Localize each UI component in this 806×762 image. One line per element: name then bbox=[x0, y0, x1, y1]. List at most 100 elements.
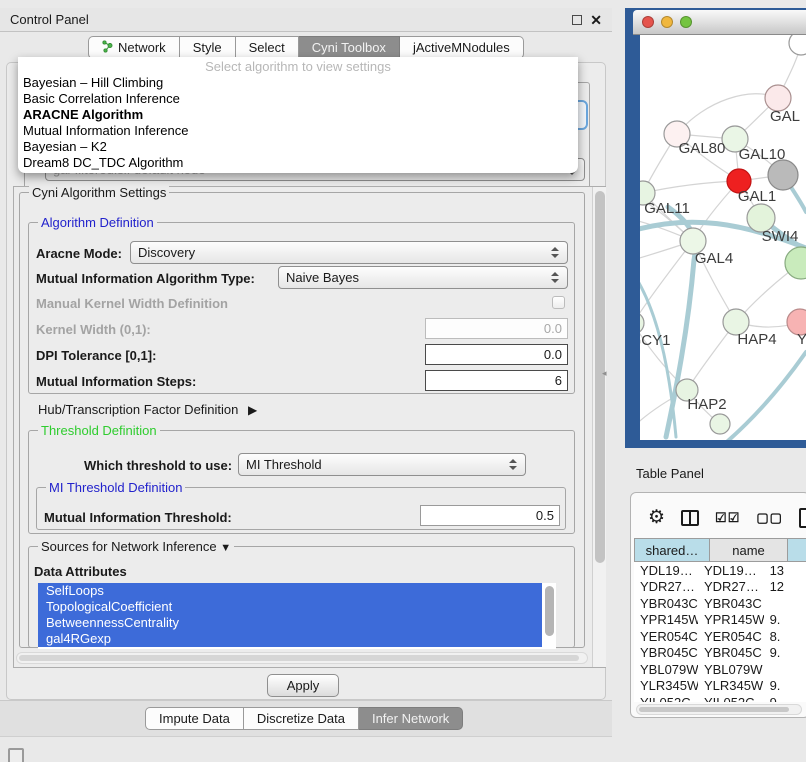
attribute-item[interactable]: gal4RGexp bbox=[38, 631, 542, 647]
table-header-shared[interactable]: shared… bbox=[634, 538, 710, 562]
close-traffic-light[interactable] bbox=[642, 16, 654, 28]
aracne-mode-select[interactable]: Discovery bbox=[130, 241, 568, 264]
network-node[interactable] bbox=[710, 414, 730, 434]
tab-network[interactable]: Network bbox=[88, 36, 180, 59]
manual-kernel-checkbox[interactable] bbox=[552, 296, 565, 309]
tab-infer-network[interactable]: Infer Network bbox=[359, 707, 463, 730]
table-row[interactable]: YDL19…YDL19…13 bbox=[634, 562, 806, 579]
mi-type-select[interactable]: Naive Bayes bbox=[278, 266, 568, 289]
network-node-label: GCY1 bbox=[640, 332, 670, 349]
minimize-traffic-light[interactable] bbox=[661, 16, 673, 28]
network-node[interactable] bbox=[789, 35, 806, 55]
algorithm-option[interactable]: Basic Correlation Inference bbox=[18, 91, 578, 107]
network-canvas[interactable]: GALGAL80GAL10GAL1GAL11SWI4GAL4GCY1HAP4YH… bbox=[640, 35, 806, 440]
table-cell: YDL19… bbox=[698, 563, 764, 578]
mi-threshold-label: Mutual Information Threshold: bbox=[44, 510, 232, 525]
settings-hscrollbar[interactable] bbox=[16, 652, 588, 664]
fn-icon[interactable] bbox=[799, 508, 806, 528]
which-threshold-select[interactable]: MI Threshold bbox=[238, 453, 526, 476]
table-cell: YIL052C bbox=[634, 695, 698, 702]
collapse-arrow-icon[interactable]: ▼ bbox=[220, 542, 231, 554]
settings-vscrollbar[interactable] bbox=[592, 187, 606, 667]
mi-type-value: Naive Bayes bbox=[286, 270, 359, 285]
algorithm-option[interactable]: Bayesian – K2 bbox=[18, 139, 578, 155]
network-node-label: GAL bbox=[770, 108, 800, 125]
table-cell: YBR043C bbox=[698, 596, 764, 611]
mi-threshold-input[interactable]: 0.5 bbox=[420, 505, 560, 526]
network-node[interactable] bbox=[768, 160, 798, 190]
settings-hscrollbar-thumb[interactable] bbox=[19, 655, 579, 661]
network-edge[interactable] bbox=[722, 352, 806, 440]
deselect-all-icon[interactable]: ▢▢ bbox=[756, 510, 783, 526]
attribute-item[interactable]: TopologicalCoefficient bbox=[38, 599, 542, 615]
table-row[interactable]: YER054CYER054C8. bbox=[634, 628, 806, 645]
tab-impute-data[interactable]: Impute Data bbox=[145, 707, 244, 730]
float-icon[interactable] bbox=[572, 15, 582, 25]
attribute-item[interactable]: BetweennessCentrality bbox=[38, 615, 542, 631]
table-hscrollbar[interactable] bbox=[636, 704, 802, 715]
mi-steps-input[interactable]: 6 bbox=[425, 370, 568, 391]
algorithm-definition-title: Algorithm Definition bbox=[38, 215, 157, 230]
panel-splitter-handle[interactable]: ◂ bbox=[602, 368, 609, 378]
close-icon[interactable]: ✕ bbox=[590, 15, 602, 25]
zoom-traffic-light[interactable] bbox=[680, 16, 692, 28]
tab-jactivemnodules[interactable]: jActiveMNodules bbox=[400, 36, 524, 59]
table-row[interactable]: YLR345WYLR345W9. bbox=[634, 678, 806, 695]
table-row[interactable]: YPR145WYPR145W9. bbox=[634, 612, 806, 629]
tab-label: Infer Network bbox=[372, 711, 449, 726]
minimized-panel-icon[interactable] bbox=[8, 748, 24, 762]
tab-label: Impute Data bbox=[159, 711, 230, 726]
table-cell: YIL052C bbox=[698, 695, 764, 702]
control-panel-tabs: NetworkStyleSelectCyni ToolboxjActiveMNo… bbox=[88, 36, 524, 59]
network-node-gcy1[interactable] bbox=[640, 312, 644, 334]
kernel-width-input[interactable]: 0.0 bbox=[425, 318, 568, 339]
manual-kernel-label: Manual Kernel Width Definition bbox=[36, 296, 228, 311]
table-row[interactable]: YIL052CYIL052C9 bbox=[634, 694, 806, 702]
tab-label: Discretize Data bbox=[257, 711, 345, 726]
dpi-tolerance-label: DPI Tolerance [0,1]: bbox=[36, 348, 156, 363]
network-window-titlebar[interactable] bbox=[633, 10, 806, 35]
algorithm-option[interactable]: ARACNE Algorithm bbox=[18, 107, 578, 123]
algorithm-option[interactable]: Mutual Information Inference bbox=[18, 123, 578, 139]
network-canvas-container: GALGAL80GAL10GAL1GAL11SWI4GAL4GCY1HAP4YH… bbox=[640, 35, 806, 440]
columns-icon[interactable] bbox=[681, 510, 699, 526]
table-row[interactable]: YBR043CYBR043C bbox=[634, 595, 806, 612]
tab-style[interactable]: Style bbox=[180, 36, 236, 59]
table-cell: 9 bbox=[764, 695, 806, 702]
list-scrollbar-thumb[interactable] bbox=[545, 586, 554, 636]
hub-section-toggle[interactable]: Hub/Transcription Factor Definition ▶ bbox=[38, 402, 257, 417]
table-cell: YER054C bbox=[698, 629, 764, 644]
select-all-icon[interactable]: ☑☑ bbox=[715, 510, 740, 526]
network-node-label: SWI4 bbox=[762, 228, 799, 245]
gear-icon[interactable]: ⚙ bbox=[648, 508, 665, 528]
sources-title-text: Sources for Network Inference bbox=[41, 539, 217, 554]
tab-discretize-data[interactable]: Discretize Data bbox=[244, 707, 359, 730]
network-node-label: GAL11 bbox=[644, 200, 690, 217]
network-node-label: GAL4 bbox=[695, 250, 733, 267]
tab-select[interactable]: Select bbox=[236, 36, 299, 59]
stepper-icon bbox=[551, 247, 560, 258]
table-header-col2[interactable] bbox=[788, 538, 806, 562]
attribute-item[interactable]: SelfLoops bbox=[38, 583, 542, 599]
algorithm-option[interactable]: Bayesian – Hill Climbing bbox=[18, 75, 578, 91]
network-edge[interactable] bbox=[643, 181, 739, 193]
table-cell: YDR27… bbox=[698, 579, 764, 594]
table-row[interactable]: YBR045CYBR045C9. bbox=[634, 645, 806, 662]
network-edge[interactable] bbox=[640, 241, 693, 323]
apply-button[interactable]: Apply bbox=[267, 674, 339, 697]
dpi-tolerance-input[interactable]: 0.0 bbox=[425, 344, 568, 365]
table-header-name[interactable]: name bbox=[710, 538, 788, 562]
apply-button-label: Apply bbox=[287, 678, 320, 693]
network-view-window: GALGAL80GAL10GAL1GAL11SWI4GAL4GCY1HAP4YH… bbox=[625, 8, 806, 448]
tab-cyni-toolbox[interactable]: Cyni Toolbox bbox=[299, 36, 400, 59]
table-cell: YBR045C bbox=[698, 645, 764, 660]
table-hscrollbar-thumb[interactable] bbox=[639, 707, 789, 712]
data-attributes-list[interactable]: SelfLoopsTopologicalCoefficientBetweenne… bbox=[38, 583, 556, 649]
network-node-label: GAL1 bbox=[738, 188, 776, 205]
algorithm-option[interactable]: Dream8 DC_TDC Algorithm bbox=[18, 155, 578, 171]
table-cell: 9. bbox=[764, 678, 806, 693]
network-node[interactable] bbox=[785, 247, 806, 279]
which-threshold-label: Which threshold to use: bbox=[84, 458, 232, 473]
table-row[interactable]: YBL079WYBL079W bbox=[634, 661, 806, 678]
table-row[interactable]: YDR27…YDR27…12 bbox=[634, 579, 806, 596]
